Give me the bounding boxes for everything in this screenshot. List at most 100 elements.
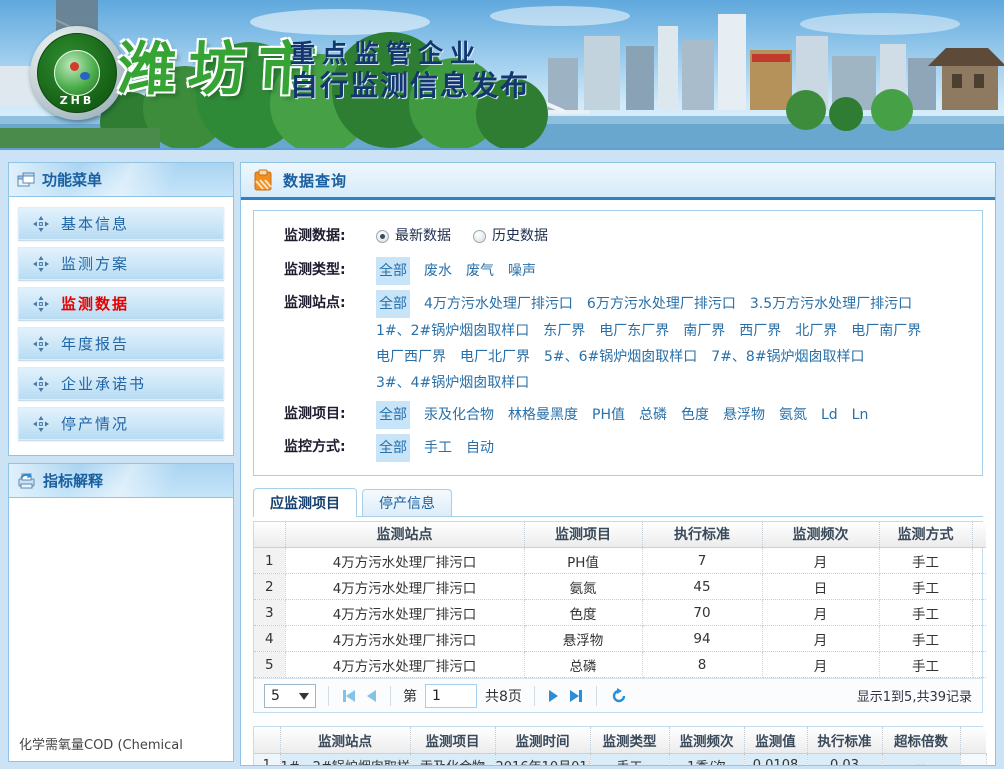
- filter-option[interactable]: PH值: [592, 402, 625, 428]
- filter-option[interactable]: 噪声: [508, 258, 536, 284]
- refresh-button[interactable]: [609, 686, 629, 706]
- last-page-button[interactable]: [568, 688, 584, 704]
- table-cell: PH值: [524, 548, 642, 574]
- filter-option[interactable]: 废气: [466, 258, 494, 284]
- filter-option[interactable]: 总磷: [639, 402, 667, 428]
- filter-option[interactable]: 林格曼黑度: [508, 402, 578, 428]
- sidebar-menu-item-2[interactable]: 监测方案: [18, 247, 224, 280]
- table-cell: 94: [642, 626, 762, 652]
- page-title: 数据查询: [283, 170, 347, 191]
- table-cell: 4万方污水处理厂排污口: [285, 626, 524, 652]
- radio-icon[interactable]: [473, 230, 486, 243]
- filter-option[interactable]: 全部: [376, 434, 410, 462]
- filter-option[interactable]: 电厂东厂界: [599, 318, 669, 344]
- filter-option[interactable]: 全部: [376, 401, 410, 429]
- pager-summary: 显示1到5,共39记录: [857, 686, 972, 705]
- filter-option[interactable]: 废水: [424, 258, 452, 284]
- function-menu-header: 功能菜单: [9, 163, 233, 197]
- tab-strip: 应监测项目停产信息: [253, 488, 983, 517]
- filter-option[interactable]: 5#、6#锅炉烟囱取样口: [544, 344, 697, 370]
- table-cell: 悬浮物: [524, 626, 642, 652]
- tab-shutdown-info[interactable]: 停产信息: [362, 489, 452, 516]
- table-cell: 1季/次: [669, 753, 744, 766]
- tab-required-items[interactable]: 应监测项目: [253, 488, 357, 517]
- column-header: 监测站点: [285, 522, 524, 548]
- indicator-panel: 指标解释 化学需氧量COD (Chemical: [8, 463, 234, 762]
- filter-label-method: 监控方式:: [284, 434, 376, 462]
- filter-option[interactable]: 全部: [376, 290, 410, 318]
- windows-icon: [17, 172, 35, 188]
- filter-option[interactable]: 手工: [424, 435, 452, 461]
- filter-option[interactable]: 电厂南厂界: [851, 318, 921, 344]
- filter-option[interactable]: 3.5万方污水处理厂排污口: [750, 291, 912, 317]
- table-cell: [972, 626, 986, 652]
- table-cell: 月: [762, 626, 879, 652]
- filter-option[interactable]: 西厂界: [739, 318, 781, 344]
- sidebar-menu-item-1[interactable]: 基本信息: [18, 207, 224, 240]
- printer-icon: [17, 472, 36, 489]
- function-menu-title: 功能菜单: [42, 169, 102, 190]
- page-size-value: 5: [271, 688, 280, 704]
- column-header: 监测类型: [590, 727, 669, 753]
- filter-option[interactable]: 4万方污水处理厂排污口: [424, 291, 573, 317]
- filter-option[interactable]: 电厂西厂界: [376, 344, 446, 370]
- filter-label-station: 监测站点:: [284, 290, 376, 396]
- filter-option[interactable]: Ld: [821, 402, 838, 428]
- column-header: 监测时间: [495, 727, 590, 753]
- filter-option[interactable]: 自动: [466, 435, 494, 461]
- filter-option[interactable]: 色度: [681, 402, 709, 428]
- table-cell: 4万方污水处理厂排污口: [285, 652, 524, 678]
- radio-icon[interactable]: [376, 230, 389, 243]
- filter-option[interactable]: 1#、2#锅炉烟囱取样口: [376, 318, 529, 344]
- compass-move-icon: [33, 216, 49, 232]
- page-number-input[interactable]: [425, 684, 477, 708]
- table-cell: 手工: [879, 548, 972, 574]
- required-items-table: 监测站点监测项目执行标准监测频次监测方式14万方污水处理厂排污口PH值7月手工2…: [254, 522, 986, 679]
- filter-option[interactable]: 汞及化合物: [424, 402, 494, 428]
- filter-option[interactable]: 电厂北厂界: [460, 344, 530, 370]
- table-row: 34万方污水处理厂排污口色度70月手工: [254, 600, 986, 626]
- filter-option[interactable]: 悬浮物: [723, 402, 765, 428]
- table-cell: 1#、2#锅炉烟囱取样口: [280, 753, 410, 766]
- sidebar-menu-item-6[interactable]: 停产情况: [18, 407, 224, 440]
- next-page-button[interactable]: [547, 688, 560, 704]
- filter-rows: 监测类型:全部废水废气噪声监测站点:全部4万方污水处理厂排污口6万方污水处理厂排…: [284, 257, 972, 462]
- filter-option[interactable]: 7#、8#锅炉烟囱取样口: [711, 344, 864, 370]
- filter-option[interactable]: 3#、4#锅炉烟囱取样口: [376, 370, 529, 396]
- sidebar-menu-item-label: 企业承诺书: [61, 373, 146, 394]
- filter-option[interactable]: 6万方污水处理厂排污口: [587, 291, 736, 317]
- prev-page-button[interactable]: [365, 688, 378, 704]
- page-size-select[interactable]: 5: [264, 684, 316, 708]
- filter-option[interactable]: 北厂界: [795, 318, 837, 344]
- chevron-down-icon: [299, 693, 309, 705]
- table-header-row: 监测站点监测项目执行标准监测频次监测方式: [254, 522, 986, 548]
- radio-option-selected[interactable]: 最新数据: [376, 223, 451, 249]
- row-index-cell: 2: [254, 574, 285, 600]
- table-cell: [972, 600, 986, 626]
- sidebar-menu-item-5[interactable]: 企业承诺书: [18, 367, 224, 400]
- column-header: [254, 522, 285, 548]
- filter-option[interactable]: 氨氮: [779, 402, 807, 428]
- sidebar-menu-item-4[interactable]: 年度报告: [18, 327, 224, 360]
- required-items-grid: 监测站点监测项目执行标准监测频次监测方式14万方污水处理厂排污口PH值7月手工2…: [253, 521, 983, 714]
- filter-row-method: 监控方式:全部手工自动: [284, 434, 972, 462]
- zhb-logo-dot-blue: [80, 72, 90, 80]
- filter-option[interactable]: 全部: [376, 257, 410, 285]
- table-cell: 色度: [524, 600, 642, 626]
- filter-option[interactable]: 南厂界: [683, 318, 725, 344]
- sidebar-menu-item-label: 停产情况: [61, 413, 129, 434]
- table-cell: 7: [642, 548, 762, 574]
- filter-option[interactable]: Ln: [852, 402, 869, 428]
- filter-label-data: 监测数据:: [284, 223, 376, 252]
- filter-option[interactable]: 东厂界: [543, 318, 585, 344]
- column-header: 监测值: [744, 727, 807, 753]
- sidebar-menu-item-label: 监测数据: [61, 293, 129, 314]
- filter-options-type: 全部废水废气噪声: [376, 257, 972, 285]
- filter-row-station: 监测站点:全部 4万方污水处理厂排污口 6万方污水处理厂排污口 3.5万方污水处理厂排…: [284, 290, 972, 396]
- sidebar-menu-item-3[interactable]: 监测数据: [18, 287, 224, 320]
- indicator-title: 指标解释: [43, 470, 103, 491]
- table-cell: [972, 548, 986, 574]
- compass-move-icon: [33, 336, 49, 352]
- radio-option-unselected[interactable]: 历史数据: [473, 223, 548, 249]
- first-page-button[interactable]: [341, 688, 357, 704]
